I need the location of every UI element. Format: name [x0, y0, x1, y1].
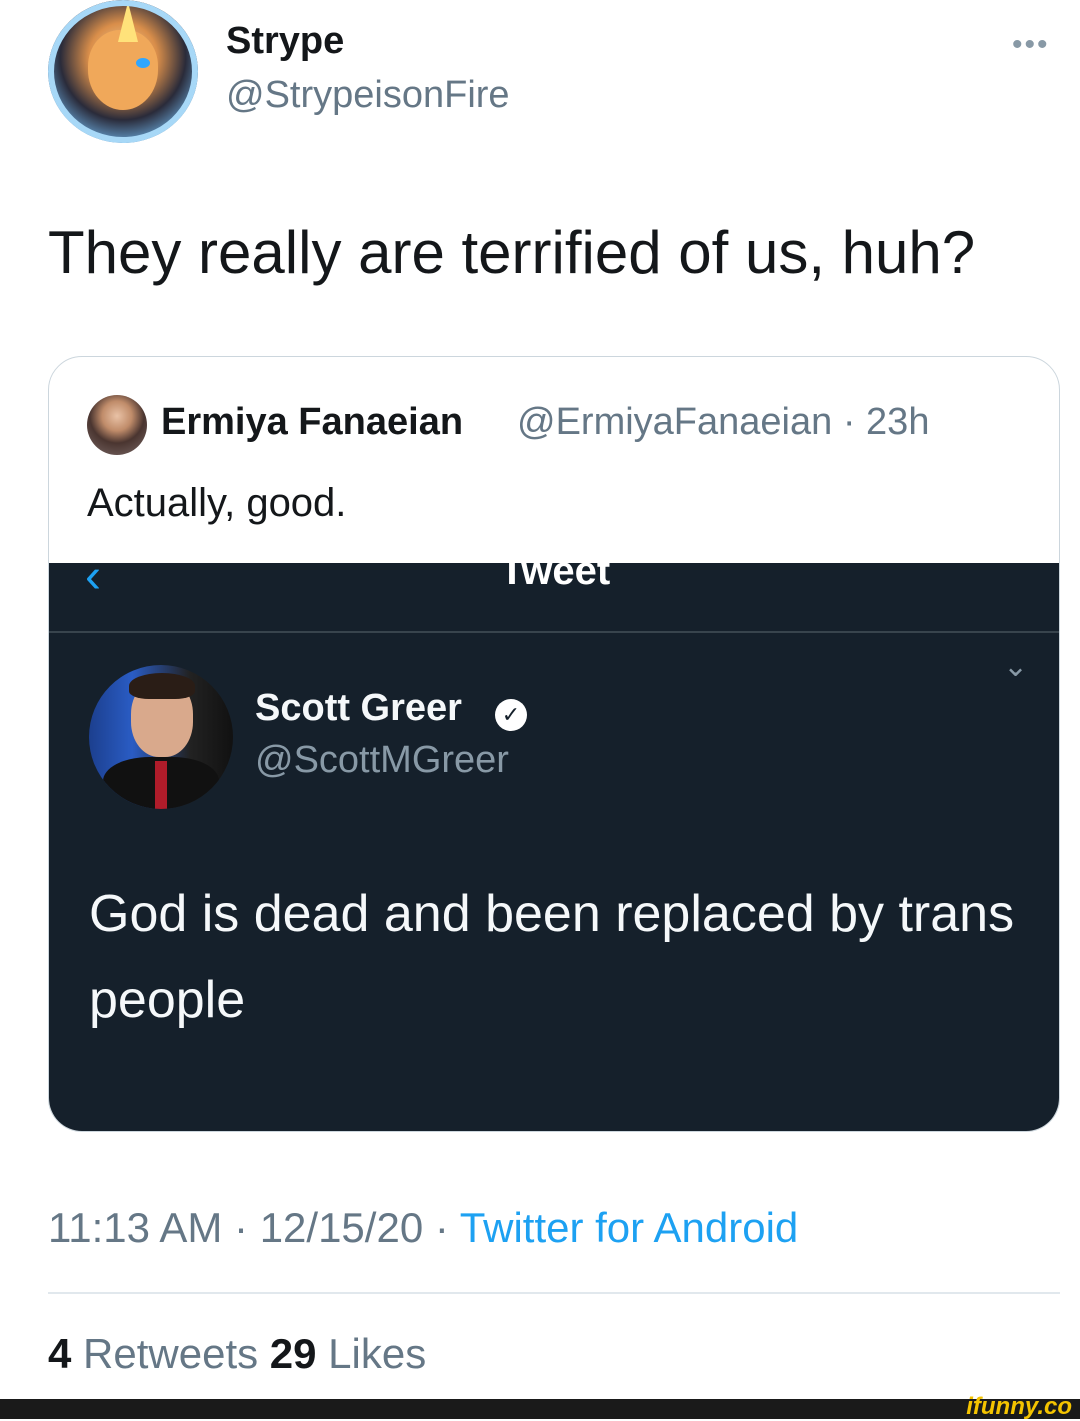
quoted-tweet-text: Actually, good.: [87, 481, 347, 525]
tweet-date: 12/15/20: [259, 1204, 424, 1251]
author-display-name[interactable]: Strype: [226, 20, 344, 63]
quoted-tweet-card[interactable]: Ermiya Fanaeian @ErmiyaFanaeian · 23h Ac…: [48, 356, 1060, 1132]
watermark-bar: [0, 1399, 1080, 1419]
tweet-time: 11:13 AM: [48, 1204, 223, 1251]
avatar-tie-shape: [155, 761, 167, 809]
profile-avatar[interactable]: [48, 0, 198, 143]
retweets-count: 4: [48, 1330, 72, 1377]
retweets-label: Retweets: [83, 1330, 259, 1377]
embedded-author-handle: @ScottMGreer: [255, 739, 509, 781]
tweet-meta: 11:13 AM · 12/15/20 · Twitter for Androi…: [48, 1204, 798, 1252]
embedded-header-divider: [49, 631, 1059, 633]
embedded-author-avatar: [89, 665, 233, 809]
quoted-author-name: Ermiya Fanaeian: [161, 401, 464, 443]
tweet-text: They really are terrified of us, huh?: [48, 219, 976, 286]
quoted-author-avatar: [87, 395, 147, 455]
likes-label: Likes: [328, 1330, 427, 1377]
chevron-down-icon: ⌄: [1003, 650, 1029, 683]
likes-stat[interactable]: 29 Likes: [270, 1330, 426, 1377]
meta-separator: ·: [434, 1204, 449, 1251]
retweets-stat[interactable]: 4 Retweets: [48, 1330, 258, 1377]
author-handle[interactable]: @StrypeisonFire: [226, 74, 510, 117]
more-options-icon[interactable]: •••: [1012, 28, 1050, 62]
tweet-source-link[interactable]: Twitter for Android: [460, 1204, 798, 1251]
embedded-header-title: Tweet: [499, 549, 611, 593]
meta-separator: ·: [842, 401, 856, 443]
avatar-hair-shape: [129, 673, 195, 699]
quoted-author-meta: @ErmiyaFanaeian · 23h: [517, 401, 929, 444]
stats-divider: [48, 1292, 1060, 1294]
watermark-logo: ifunny.co: [966, 1393, 1072, 1420]
embedded-screenshot-image[interactable]: ‹ Tweet ⌄ Scott Greer ✓ @ScottMGreer God…: [49, 549, 1059, 1131]
avatar-ring: [48, 0, 198, 143]
likes-count: 29: [269, 1330, 317, 1377]
quoted-time: 23h: [866, 401, 930, 443]
embedded-tweet-text: God is dead and been replaced by trans p…: [89, 885, 1015, 1029]
meta-separator: ·: [234, 1204, 249, 1251]
tweet-stats: 4 Retweets 29 Likes: [48, 1330, 426, 1378]
quoted-author-handle: @ErmiyaFanaeian: [517, 401, 833, 443]
verified-badge-icon: ✓: [495, 699, 527, 731]
embedded-author-name: Scott Greer: [255, 687, 462, 729]
